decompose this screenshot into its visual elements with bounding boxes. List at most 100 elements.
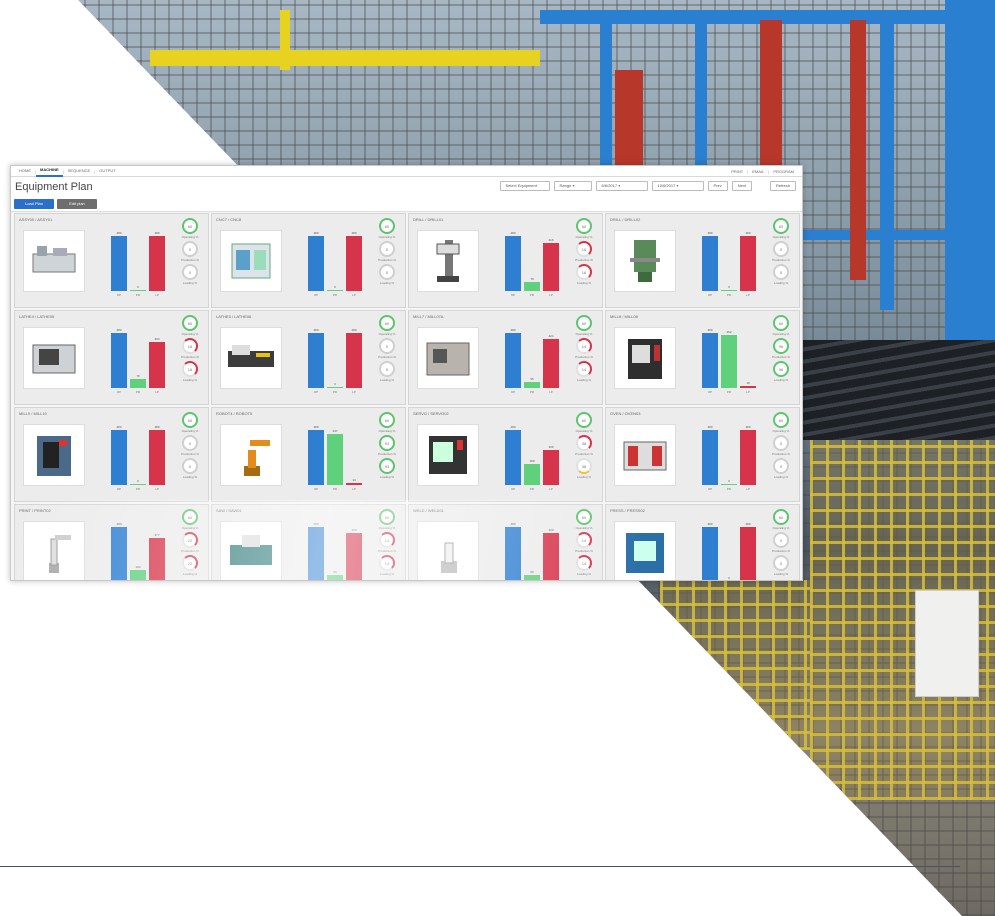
program-link[interactable]: PROGRAM <box>769 169 798 174</box>
equipment-card[interactable]: DRILL / DRILL01 480 OP 79 PR 416 LP 60 Operating… <box>408 213 603 308</box>
equipment-card[interactable]: PRINT / PRINT02 480OP104PR377LP 60Operatin… <box>14 504 209 580</box>
kpi-ring: 0 <box>379 338 395 354</box>
kpi-ring-label: Production % <box>181 549 199 553</box>
load-plan-button[interactable]: Load Plan <box>14 199 54 209</box>
chart-bar-red <box>346 533 362 580</box>
x-axis-label: PR <box>332 293 338 297</box>
kpi-ring-label: Production % <box>575 452 593 456</box>
tab-sequence[interactable]: SEQUENCE <box>64 166 94 176</box>
kpi-ring: 0 <box>773 264 789 280</box>
kpi-ring-label: Operating % <box>575 429 593 433</box>
bar-value-label: 104 <box>135 565 141 569</box>
kpi-ring-label: Operating % <box>378 235 396 239</box>
kpi-ring-label: Loading % <box>379 572 395 576</box>
x-axis-label: PR <box>135 487 141 491</box>
prev-button[interactable]: Prev <box>707 181 728 191</box>
date-from-field[interactable]: 6/6/2017 ▾ <box>595 181 648 191</box>
email-link[interactable]: EMAIL <box>748 169 768 174</box>
equipment-card[interactable]: MILL9 / MILL10 480 OP 0 PR 480 LP 60 Operating %… <box>14 407 209 502</box>
kpi-rings: 60 Operating % 93 Production % 93 Loading % <box>375 412 399 481</box>
tab-output[interactable]: OUTPUT <box>95 166 119 176</box>
chart-bar-green <box>524 464 540 485</box>
kpi-ring-label: Loading % <box>773 281 789 285</box>
kpi-ring: 14 <box>576 361 592 377</box>
kpi-ring: 60 <box>773 412 789 428</box>
equipment-card[interactable]: CNC7 / CNC8 480 OP 0 PR 480 LP 60 Operating % 0 Pr… <box>211 213 406 308</box>
kpi-rings: 60 Operating % 0 Production % 0 Loading % <box>178 412 202 481</box>
print-link[interactable]: PRINT <box>727 169 747 174</box>
x-axis-label: OP <box>116 487 122 491</box>
kpi-ring-label: Production % <box>575 549 593 553</box>
top-navigation: HOME | MACHINE | SEQUENCE | OUTPUT PRINT… <box>11 166 802 177</box>
kpi-ring-label: Loading % <box>182 281 198 285</box>
bar-value-label: 300 <box>548 445 554 449</box>
chart-bar-blue <box>111 430 127 485</box>
x-axis-label: OP <box>510 487 516 491</box>
equipment-card-title: LATHE4 / LATHE05 <box>19 314 55 319</box>
equipment-card[interactable]: LATHE5 / LATHE06 480 OP 0 PR 480 LP 60 Operating… <box>211 310 406 405</box>
kpi-ring: 60 <box>379 315 395 331</box>
select-equipment-button[interactable]: Select Equipment <box>499 181 550 191</box>
kpi-ring-label: Operating % <box>772 526 790 530</box>
chart-bar-green <box>721 484 737 485</box>
x-axis-label: OP <box>313 390 319 394</box>
equipment-card[interactable]: PRESS / PRESS02 480OP0PR480LP 60Operating … <box>605 504 800 580</box>
bar-value-label: 480 <box>510 231 516 235</box>
tab-home[interactable]: HOME <box>15 166 35 176</box>
bar-value-label: 79 <box>530 277 534 281</box>
chart-bar-red <box>740 236 756 291</box>
chart-bar-red <box>149 430 165 485</box>
equipment-card[interactable]: SERVO / SERVO02 480 OP 180 PR 300 LP 60 Operatin… <box>408 407 603 502</box>
bar-value-label: 480 <box>154 231 160 235</box>
chart-bar-blue <box>111 236 127 291</box>
equipment-card[interactable]: MILL7 / MILL07A 480 OP 56 PR 424 LP 60 Operating… <box>408 310 603 405</box>
machining-center-icon <box>614 327 676 389</box>
equipment-card[interactable]: OVEN / OVEN03 480 OP 0 PR 480 LP 60 Operating % 0… <box>605 407 800 502</box>
x-axis-label: LP <box>352 487 356 491</box>
kpi-ring-label: Production % <box>181 355 199 359</box>
tab-machine[interactable]: MACHINE <box>36 166 63 177</box>
range-select[interactable]: Range ▾ <box>553 181 592 191</box>
edit-plan-button[interactable]: Edit plan <box>57 199 97 209</box>
equipment-card-title: CNC7 / CNC8 <box>216 217 242 222</box>
chart-bar-red <box>543 339 559 388</box>
kpi-ring: 60 <box>576 509 592 525</box>
equipment-card[interactable]: LATHE4 / LATHE05 480 OP 76 PR 404 LP 60 Operatin… <box>14 310 209 405</box>
next-button[interactable]: Next <box>731 181 752 191</box>
kpi-ring: 0 <box>773 555 789 571</box>
kpi-ring: 60 <box>182 218 198 234</box>
equipment-card[interactable]: ASSY00 / ASSY01 480 OP 0 PR 480 LP 60 Operating … <box>14 213 209 308</box>
equipment-card[interactable]: DRILL / DRILL02 480 OP 0 PR 480 LP 60 Operating … <box>605 213 800 308</box>
kpi-rings: 60 Operating % 0 Production % 0 Loading % <box>375 315 399 384</box>
kpi-ring: 14 <box>576 555 592 571</box>
chart-bar-blue <box>308 333 324 388</box>
equipment-card[interactable]: WELD / WELD01480OP60PR420LP60Operating %… <box>408 504 603 580</box>
equipment-card-title: MILL9 / MILL10 <box>19 411 47 416</box>
furnace-icon <box>614 424 676 486</box>
chart-bar-blue <box>308 527 324 580</box>
industrial-robot-icon <box>220 424 282 486</box>
kpi-ring-label: Loading % <box>182 378 198 382</box>
kpi-ring-label: Loading % <box>773 572 789 576</box>
date-to-field[interactable]: 10/6/2017 ▾ <box>651 181 704 191</box>
chart-bar-red <box>149 342 165 388</box>
bar-value-label: 0 <box>137 479 139 483</box>
kpi-ring-label: Production % <box>575 355 593 359</box>
equipment-card[interactable]: SAW / SAW01480OP60PR420LP60Operating %14… <box>211 504 406 580</box>
kpi-rings: 60 Operating % 38 Production % 38 Loading % <box>572 412 596 481</box>
kpi-rings: 60 Operating % 0 Production % 0 Loading % <box>375 218 399 287</box>
equipment-card[interactable]: ROBOT4 / ROBOT5 480 OP 447 PR 14 LP 60 Operating… <box>211 407 406 502</box>
kpi-ring-label: Loading % <box>379 378 395 382</box>
chart-bar-blue <box>111 333 127 388</box>
chart-bar-red <box>346 333 362 388</box>
chart-bar-green <box>327 575 343 580</box>
chart-bar-blue <box>111 527 127 580</box>
kpi-rings: 60 Operating % 0 Production % 0 Loading % <box>769 509 793 578</box>
bar-value-label: 0 <box>334 382 336 386</box>
refresh-button[interactable]: Refresh <box>769 181 796 191</box>
equipment-card[interactable]: MILL8 / MILL08 480 OP 462 PR 18 LP 60 Operating … <box>605 310 800 405</box>
x-axis-label: OP <box>510 293 516 297</box>
bar-value-label: 18 <box>746 381 750 385</box>
utilization-bar-chart: 480 OP 180 PR 300 LP <box>505 425 567 493</box>
equipment-card-title: MILL7 / MILL07A <box>413 314 444 319</box>
